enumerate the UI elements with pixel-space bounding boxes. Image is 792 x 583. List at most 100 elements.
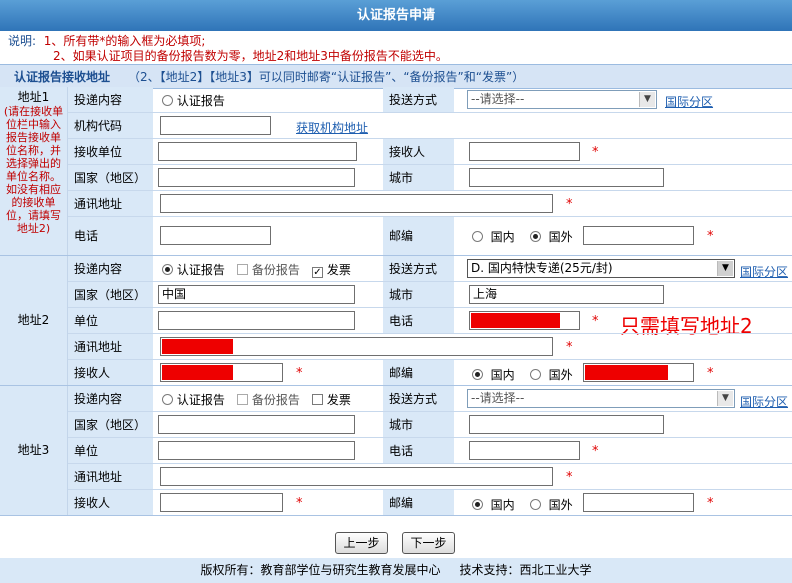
a1-address-label: 通讯地址: [68, 191, 153, 216]
redaction-mark: [162, 339, 233, 354]
a1-report-radio[interactable]: [162, 95, 173, 106]
a2-city-input[interactable]: 上海: [469, 285, 664, 304]
a1-city-input[interactable]: [469, 168, 664, 187]
a1-domestic-radio[interactable]: [472, 231, 483, 242]
address3-label: 地址3: [17, 443, 50, 457]
address2-label: 地址2: [17, 313, 50, 327]
a2-foreign-option[interactable]: 国外: [530, 366, 573, 383]
a2-country-input[interactable]: 中国: [158, 285, 355, 304]
annotation-note: 只需填写地址2: [620, 314, 753, 338]
next-step-button[interactable]: 下一步: [402, 532, 455, 554]
a2-backup-option[interactable]: 备份报告: [237, 261, 300, 278]
a1-report-option[interactable]: 认证报告: [162, 92, 225, 109]
a3-phone-input[interactable]: [469, 441, 580, 460]
a3-delivery-label: 投送方式: [383, 386, 454, 411]
a3-foreign-radio[interactable]: [530, 499, 541, 510]
a2-report-label: 认证报告: [176, 263, 225, 277]
a1-phone-input[interactable]: [160, 226, 271, 245]
a2-invoice-option[interactable]: ✓ 发票: [312, 261, 351, 278]
a3-zip-label: 邮编: [383, 490, 454, 515]
a3-invoice-checkbox[interactable]: [312, 394, 323, 405]
divider: [68, 281, 792, 282]
a2-report-radio[interactable]: [162, 264, 173, 275]
a3-unit-input[interactable]: [158, 441, 355, 460]
a1-country-input[interactable]: [158, 168, 355, 187]
a1-foreign-radio[interactable]: [530, 231, 541, 242]
required-mark: *: [296, 496, 303, 511]
a2-invoice-checkbox[interactable]: ✓: [312, 267, 323, 278]
get-org-address-link[interactable]: 获取机构地址: [296, 119, 368, 136]
a2-delivery-select[interactable]: D. 国内特快专递(25元/封) ▼: [467, 259, 735, 278]
a3-domestic-label: 国内: [490, 498, 515, 512]
org-code-input[interactable]: [160, 116, 271, 135]
a3-unit-label: 单位: [68, 438, 153, 463]
a3-country-input[interactable]: [158, 415, 355, 434]
a2-unit-input[interactable]: [158, 311, 355, 330]
redaction-mark: [471, 313, 560, 328]
a3-backup-option[interactable]: 备份报告: [237, 391, 300, 408]
required-mark: *: [707, 366, 714, 381]
a1-intl-link[interactable]: 国际分区: [665, 93, 713, 110]
a1-delivery-value: --请选择--: [471, 92, 525, 106]
a1-address-input[interactable]: [160, 194, 553, 213]
a2-phone-label: 电话: [383, 308, 454, 333]
a2-phone-input[interactable]: [469, 311, 580, 330]
a2-receiver-input[interactable]: [160, 363, 283, 382]
a3-report-radio[interactable]: [162, 394, 173, 405]
a1-delivery-select[interactable]: --请选择-- ▼: [467, 90, 657, 109]
a3-backup-label: 备份报告: [251, 393, 300, 407]
a2-content-label: 投递内容: [68, 256, 153, 281]
a1-foreign-label: 国外: [548, 230, 573, 244]
a2-delivery-value: D. 国内特快专递(25元/封): [471, 261, 613, 275]
a2-domestic-radio[interactable]: [472, 369, 483, 380]
a2-foreign-radio[interactable]: [530, 369, 541, 380]
a3-receiver-input[interactable]: [160, 493, 283, 512]
a1-foreign-option[interactable]: 国外: [530, 228, 573, 245]
divider: [68, 411, 792, 412]
a2-backup-checkbox[interactable]: [237, 264, 248, 275]
recv-unit-input[interactable]: [158, 142, 357, 161]
a1-domestic-option[interactable]: 国内: [472, 228, 515, 245]
a3-country-label: 国家（地区）: [68, 412, 153, 437]
a1-zip-input[interactable]: [583, 226, 694, 245]
section-hint: （2、【地址2】【地址3】可以同时邮寄“认证报告”、“备份报告”和“发票”）: [128, 70, 525, 84]
divider: [68, 489, 792, 490]
a3-invoice-option[interactable]: 发票: [312, 391, 351, 408]
a3-foreign-label: 国外: [548, 498, 573, 512]
a2-report-option[interactable]: 认证报告: [162, 261, 225, 278]
divider: [68, 333, 792, 334]
required-mark: *: [296, 366, 303, 381]
a2-zip-input[interactable]: [583, 363, 694, 382]
a3-zip-input[interactable]: [583, 493, 694, 512]
footer: 版权所有：教育部学位与研究生教育发展中心 技术支持：西北工业大学: [0, 558, 792, 583]
instruction-line-1: 1、所有带*的输入框为必填项;: [43, 34, 206, 48]
a3-intl-link[interactable]: 国际分区: [740, 393, 788, 410]
a3-foreign-option[interactable]: 国外: [530, 496, 573, 513]
chevron-down-icon: ▼: [717, 261, 733, 276]
a1-receiver-input[interactable]: [469, 142, 580, 161]
a3-content-label: 投递内容: [68, 386, 153, 411]
a3-delivery-select[interactable]: --请选择-- ▼: [467, 389, 735, 408]
a3-report-option[interactable]: 认证报告: [162, 391, 225, 408]
a3-city-label: 城市: [383, 412, 454, 437]
a3-address-input[interactable]: [160, 467, 553, 486]
divider: [0, 385, 792, 386]
a2-intl-link[interactable]: 国际分区: [740, 263, 788, 280]
divider: [68, 138, 792, 139]
address3-header: 地址3: [0, 386, 68, 515]
a3-report-label: 认证报告: [176, 393, 225, 407]
address1-header: 地址1 (请在接收单位栏中输入报告接收单位名称，并选择弹出的单位名称。如没有相应…: [0, 87, 68, 256]
a2-address-input[interactable]: [160, 337, 553, 356]
required-mark: *: [592, 314, 599, 329]
prev-step-button[interactable]: 上一步: [335, 532, 388, 554]
a3-city-input[interactable]: [469, 415, 664, 434]
divider: [68, 164, 792, 165]
a1-report-label: 认证报告: [176, 94, 225, 108]
a3-domestic-radio[interactable]: [472, 499, 483, 510]
address1-label: 地址1: [17, 90, 50, 104]
a3-domestic-option[interactable]: 国内: [472, 496, 515, 513]
divider: [68, 112, 792, 113]
divider: [68, 359, 792, 360]
a2-domestic-option[interactable]: 国内: [472, 366, 515, 383]
a3-backup-checkbox[interactable]: [237, 394, 248, 405]
